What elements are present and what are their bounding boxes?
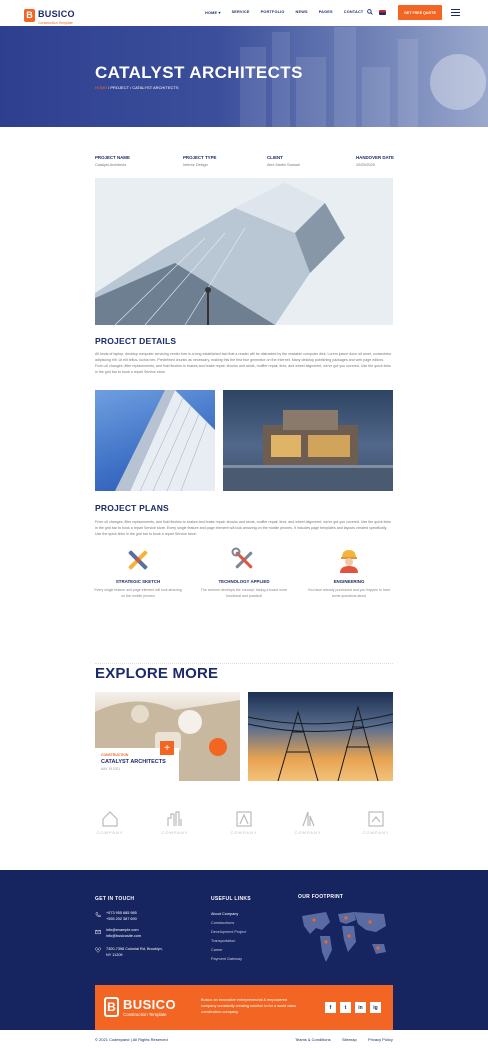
client-logo-1[interactable]: COMPANY [90,810,130,835]
page-title: CATALYST ARCHITECTS [95,63,303,82]
explore-plus-button[interactable]: + [160,741,174,755]
project-plans-text: From oil changes, filter replacements, a… [95,520,391,536]
privacy-link[interactable]: Privacy Policy [368,1037,393,1042]
world-map [302,912,386,962]
footer-link-about[interactable]: About Company [211,912,238,916]
cta-logo-icon: B [104,997,119,1017]
flag-icon[interactable] [379,10,386,15]
client-logo-5[interactable]: COMPANY [356,810,396,835]
footer-address-1: 7300-7398 Colonial Rd, Brooklyn, [106,947,163,951]
meta-project-type: PROJECT TYPE Interior Design [183,155,217,167]
sitemap-link[interactable]: Sitemap [342,1037,357,1042]
footer-links-title: USEFUL LINKS [211,896,251,902]
footer-bottom-bar: © 2021 Codexpand | All Rights Reserved T… [0,1030,488,1048]
feature-strategic-sketch: STRATEGIC SKETCH Every single feature an… [89,547,187,599]
feature-engineering: ENGINEERING You have already purchased a… [300,547,398,599]
engineer-icon [340,550,358,573]
page-hero: CATALYST ARCHITECTS HOME / PROJECT / CAT… [0,26,488,127]
phone-icon [95,912,101,918]
explore-more-title: EXPLORE MORE [95,665,219,682]
footer-address-2: NY 11209 [106,953,123,957]
frame-logo-icon [236,811,252,827]
feature-technology-applied: TECHNOLOGY APPLIED The scheme develops t… [195,547,293,599]
project-image-tower [95,390,215,491]
home-box-logo-icon [368,811,384,827]
breadcrumb-project[interactable]: PROJECT [110,85,129,90]
footer-phone-1[interactable]: +573 955 685 985 [106,911,137,917]
breadcrumb-current: CATALYST ARCHITECTS [132,85,179,90]
meta-project-name: PROJECT NAME Catalyst Architects [95,155,130,167]
client-logo-3[interactable]: COMPANY [224,810,264,835]
search-icon[interactable] [367,9,373,15]
main-nav: HOME ▾ SERVICE PORTFOLIO NEWS PAGES CONT… [205,10,363,15]
footer-link-development[interactable]: Development Project [211,930,246,934]
email-icon [95,929,101,935]
house-logo-icon [102,811,118,827]
cta-brand-name: BUSICO [123,997,176,1012]
location-icon [95,947,101,953]
client-logo-4[interactable]: COMPANY [288,810,328,835]
footer-phone-2[interactable]: +555 202 387 690 [106,917,137,923]
pencil-ruler-icon [128,550,148,570]
city-logo-icon [167,811,182,826]
explore-card-name[interactable]: CATALYST ARCHITECTS [101,759,173,765]
project-main-image [95,178,393,325]
terms-link[interactable]: Teams & Conditions [295,1037,331,1042]
footer-email-1[interactable]: info@example.com [106,928,139,934]
twitter-icon[interactable]: t [340,1002,351,1013]
footer-link-transportation[interactable]: Transportation [211,939,235,943]
linkedin-icon[interactable]: in [355,1002,366,1013]
breadcrumb-home[interactable]: HOME [95,85,107,90]
tools-icon [231,547,253,569]
logo-tagline: Construction Template [38,21,73,25]
logo[interactable]: B BUSICO Construction Template [24,5,75,26]
footer-footprint-title: OUR FOOTPRINT [298,894,344,900]
project-details-text: All kinds of laptop, desktop computer se… [95,352,392,374]
project-plans-title: PROJECT PLANS [95,503,169,513]
client-logo-2[interactable]: COMPANY [155,810,195,835]
footer-email-2[interactable]: info@busicosite.com [106,934,141,940]
footer-link-payment[interactable]: Payment Gateway [211,957,242,961]
copyright: © 2021 Codexpand | All Rights Reserved [95,1037,168,1042]
explore-card-catalyst[interactable]: CONSTRUCTION CATALYST ARCHITECTS MAY 19 … [95,692,240,781]
footer-link-career[interactable]: Career [211,948,223,952]
logo-name: BUSICO [38,9,75,19]
section-divider [95,663,393,664]
cta-brand-tagline: Construction Template [123,1012,167,1017]
menu-icon[interactable] [451,9,460,16]
site-header: B BUSICO Construction Template HOME ▾ SE… [0,0,488,26]
footer-touch-title: GET IN TOUCH [95,896,135,902]
footer-link-constructions[interactable]: Constructions [211,921,234,925]
get-free-quote-button[interactable]: GET FREE QUOTE [398,5,442,20]
meta-client: CLIENT Alex Martin Samuel [267,155,300,167]
project-image-building [223,390,393,491]
meta-handover-date: HANDOVER DATE 20/09/2020 [356,155,394,167]
footer-cta-banner: B BUSICO Construction Template Busico an… [95,985,393,1031]
cta-description: Busico an innovative entrepreneurial & e… [201,998,296,1014]
logo-mark-icon: B [24,8,35,22]
explore-card-power-lines[interactable] [248,692,393,781]
tower-logo-icon [302,811,315,827]
nav-pages[interactable]: PAGES [319,10,333,15]
nav-service[interactable]: SERVICE [232,10,250,15]
nav-contact[interactable]: CONTACT [344,10,364,15]
nav-portfolio[interactable]: PORTFOLIO [261,10,285,15]
breadcrumb: HOME / PROJECT / CATALYST ARCHITECTS [95,85,179,90]
instagram-icon[interactable]: ig [370,1002,381,1013]
explore-card-date: MAY 19 2021 [101,767,121,771]
nav-news[interactable]: NEWS [296,10,308,15]
project-details-title: PROJECT DETAILS [95,336,177,346]
nav-home[interactable]: HOME ▾ [205,10,221,15]
facebook-icon[interactable]: f [325,1002,336,1013]
